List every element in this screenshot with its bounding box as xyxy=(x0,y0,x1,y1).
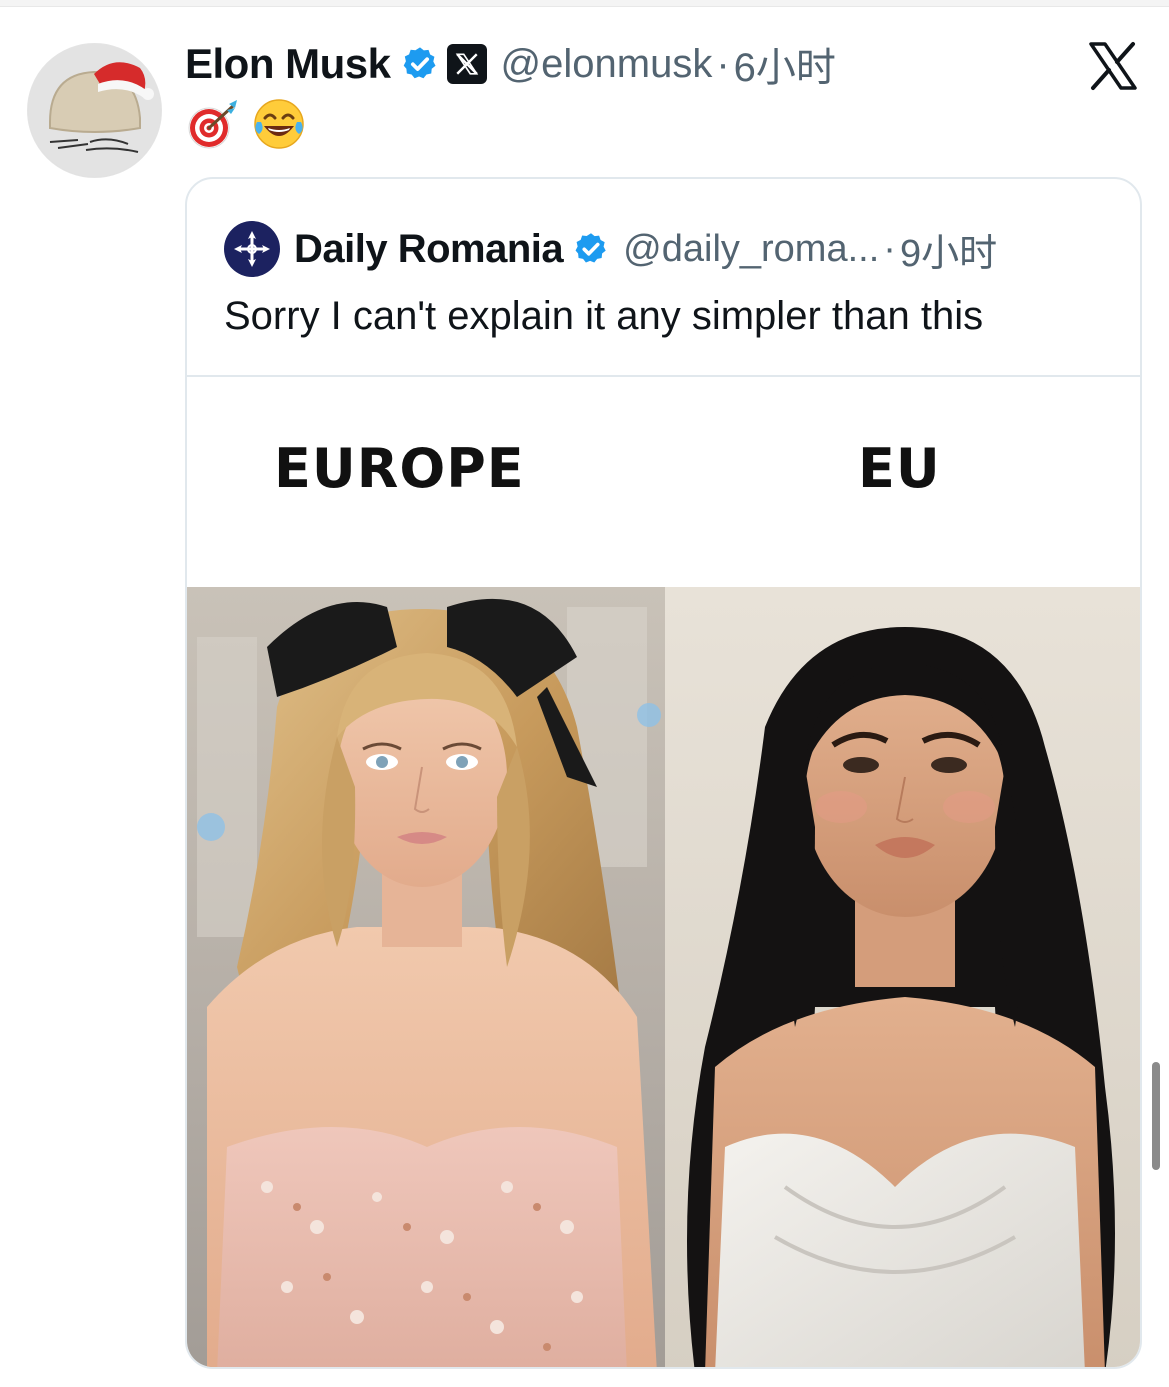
quoted-author-name[interactable]: Daily Romania xyxy=(294,227,564,272)
separator-dot: · xyxy=(883,227,896,270)
meme-image[interactable]: EUROPE EU xyxy=(187,375,1140,1367)
scrollbar-thumb[interactable] xyxy=(1152,1062,1160,1170)
quoted-tweet-text: Sorry I can't explain it any simpler tha… xyxy=(224,294,984,338)
quoted-timestamp[interactable]: 9小时 xyxy=(900,222,997,277)
separator-dot: · xyxy=(716,41,730,86)
avatar-image xyxy=(28,44,161,177)
quoted-tweet-card[interactable]: Daily Romania @daily_roma... · 9小时 Sorry… xyxy=(185,177,1142,1369)
meme-label-right: EU xyxy=(858,437,941,500)
meme-label-left: EUROPE xyxy=(274,437,525,500)
author-name[interactable]: Elon Musk xyxy=(185,40,391,88)
meme-photo-left xyxy=(187,587,665,1367)
x-logo-icon[interactable] xyxy=(1085,38,1141,94)
direct-hit-icon xyxy=(185,96,241,152)
x-affiliate-badge-icon xyxy=(446,44,487,84)
compass-cross-icon xyxy=(234,231,270,267)
top-divider xyxy=(0,0,1169,7)
verified-badge-icon xyxy=(401,45,439,83)
author-avatar[interactable] xyxy=(27,43,162,178)
quoted-author-handle[interactable]: @daily_roma... xyxy=(623,228,879,271)
tears-of-joy-icon xyxy=(251,96,307,152)
verified-badge-icon xyxy=(573,231,609,267)
tweet-page: Elon Musk @elonmusk · 6小时 Daily Romania … xyxy=(0,0,1169,1387)
quoted-author-avatar[interactable] xyxy=(224,221,280,277)
tweet-body-emojis xyxy=(185,96,307,152)
meme-photo-right xyxy=(665,587,1140,1367)
tweet-header: Elon Musk @elonmusk · 6小时 xyxy=(185,36,836,92)
tweet-timestamp[interactable]: 6小时 xyxy=(734,35,836,93)
quoted-tweet-header: Daily Romania @daily_roma... · 9小时 xyxy=(224,221,997,277)
author-handle[interactable]: @elonmusk xyxy=(501,42,713,87)
